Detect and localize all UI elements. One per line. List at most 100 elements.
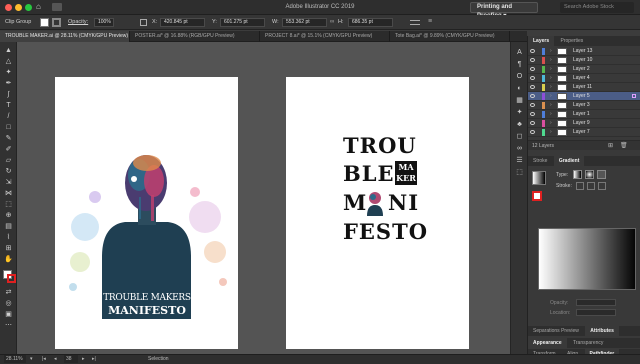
- artboard-left[interactable]: TROUBLE MAKERS MANIFESTO: [55, 77, 238, 349]
- visibility-eye-icon[interactable]: [530, 112, 535, 116]
- visibility-eye-icon[interactable]: [530, 94, 535, 98]
- stock-search-input[interactable]: Search Adobe Stock: [560, 2, 634, 13]
- tab-attributes[interactable]: Attributes: [585, 326, 619, 336]
- swap-colors-icon[interactable]: ⇄: [3, 288, 14, 297]
- last-artboard-icon[interactable]: ▸|: [92, 355, 96, 364]
- expand-chevron-icon[interactable]: ›: [550, 65, 552, 74]
- prev-artboard-icon[interactable]: ◂: [54, 355, 57, 364]
- magic-wand-tool-icon[interactable]: ✦: [3, 68, 14, 77]
- gradient-opacity-field[interactable]: [576, 299, 616, 306]
- layer-row[interactable]: › Layer 3: [528, 101, 640, 110]
- h-field[interactable]: 686.35 pt: [348, 18, 393, 27]
- radial-gradient-button[interactable]: [585, 170, 594, 179]
- w-field[interactable]: 553.362 pt: [282, 18, 327, 27]
- layer-row[interactable]: › Layer 2: [528, 65, 640, 74]
- layer-name[interactable]: Layer 1: [573, 110, 590, 119]
- layer-name[interactable]: Layer 9: [573, 119, 590, 128]
- more-tools-icon[interactable]: ⋯: [3, 321, 14, 330]
- doc-tab-project-8[interactable]: PROJECT 8.ai* @ 15.1% (CMYK/GPU Preview): [260, 31, 390, 42]
- shape-builder-tool-icon[interactable]: ⊕: [3, 211, 14, 220]
- home-icon[interactable]: ⌂: [36, 3, 44, 11]
- visibility-eye-icon[interactable]: [530, 103, 535, 107]
- color-panel-icon[interactable]: ◐: [515, 84, 524, 93]
- visibility-eye-icon[interactable]: [530, 121, 535, 125]
- y-field[interactable]: 601.275 pt: [220, 18, 265, 27]
- gradient-tool-icon[interactable]: ▤: [3, 222, 14, 231]
- menu-icon[interactable]: ≡: [428, 18, 436, 26]
- linear-gradient-button[interactable]: [573, 170, 582, 179]
- layer-name[interactable]: Layer 3: [573, 101, 590, 110]
- opacity-label[interactable]: Opacity:: [68, 19, 88, 25]
- stroke-option-2-icon[interactable]: [587, 182, 595, 190]
- delete-layer-icon[interactable]: 🗑: [620, 142, 628, 149]
- layer-name[interactable]: Layer 13: [573, 47, 592, 56]
- close-window-button[interactable]: [5, 4, 12, 11]
- shaper-tool-icon[interactable]: ✐: [3, 145, 14, 154]
- stroke-swatch[interactable]: [52, 18, 61, 27]
- align-icon[interactable]: [410, 20, 420, 25]
- tab-appearance[interactable]: Appearance: [528, 338, 567, 348]
- layer-row-selected[interactable]: › Layer 5: [528, 92, 640, 101]
- opacity-field[interactable]: 100%: [94, 18, 114, 27]
- expand-chevron-icon[interactable]: ›: [550, 119, 552, 128]
- gradient-preview-swatch[interactable]: [532, 171, 546, 185]
- eyedropper-tool-icon[interactable]: ⌇: [3, 233, 14, 242]
- visibility-eye-icon[interactable]: [530, 58, 535, 62]
- expand-chevron-icon[interactable]: ›: [550, 83, 552, 92]
- direct-selection-tool-icon[interactable]: △: [3, 57, 14, 66]
- curvature-tool-icon[interactable]: ∫: [3, 90, 14, 99]
- x-field[interactable]: 420.845 pt: [160, 18, 205, 27]
- reference-point-icon[interactable]: [140, 19, 147, 26]
- fill-swatch[interactable]: [40, 18, 49, 27]
- rectangle-tool-icon[interactable]: □: [3, 123, 14, 132]
- gradient-location-field[interactable]: [576, 309, 616, 316]
- arrange-documents-icon[interactable]: [52, 3, 62, 11]
- hand-tool-icon[interactable]: ✋: [3, 255, 14, 264]
- new-layer-icon[interactable]: ⊞: [608, 142, 613, 149]
- links-panel-icon[interactable]: ∞: [515, 144, 524, 153]
- maximize-window-button[interactable]: [25, 4, 32, 11]
- zoom-dropdown-icon[interactable]: ▾: [30, 355, 33, 364]
- tab-gradient[interactable]: Gradient: [553, 156, 585, 166]
- artboard-right[interactable]: TROU BLE MA KER M NI FESTO: [286, 77, 469, 349]
- layer-row[interactable]: › Layer 9: [528, 119, 640, 128]
- free-transform-tool-icon[interactable]: ⬚: [3, 200, 14, 209]
- layer-name[interactable]: Layer 2: [573, 65, 590, 74]
- doc-tab-tote-bag[interactable]: Tote Bag.ai* @ 9.89% (CMYK/GPU Preview): [390, 31, 510, 42]
- layer-name[interactable]: Layer 11: [573, 83, 592, 92]
- swatches-panel-icon[interactable]: ▦: [515, 96, 524, 105]
- expand-chevron-icon[interactable]: ›: [550, 56, 552, 65]
- brushes-panel-icon[interactable]: ✦: [515, 108, 524, 117]
- stroke-option-3-icon[interactable]: [598, 182, 606, 190]
- link-icon[interactable]: ∞: [330, 19, 336, 26]
- pen-tool-icon[interactable]: ✒: [3, 79, 14, 88]
- visibility-eye-icon[interactable]: [530, 85, 535, 89]
- first-artboard-icon[interactable]: |◂: [42, 355, 46, 364]
- tab-transparency[interactable]: Transparency: [568, 338, 608, 348]
- artboard-number-field[interactable]: 38: [64, 355, 78, 363]
- graphic-styles-panel-icon[interactable]: ◻: [515, 132, 524, 141]
- selection-tool-icon[interactable]: ▲: [3, 46, 14, 55]
- expand-chevron-icon[interactable]: ›: [550, 74, 552, 83]
- line-tool-icon[interactable]: /: [3, 112, 14, 121]
- tab-properties[interactable]: Properties: [556, 36, 589, 46]
- selection-indicator-icon[interactable]: [632, 94, 636, 98]
- gradient-stroke-swatch[interactable]: [532, 191, 542, 201]
- visibility-eye-icon[interactable]: [530, 49, 535, 53]
- scale-tool-icon[interactable]: ⇲: [3, 178, 14, 187]
- stroke-option-1-icon[interactable]: [576, 182, 584, 190]
- canvas[interactable]: TROUBLE MAKERS MANIFESTO TROU BLE MA KER…: [17, 42, 527, 354]
- paintbrush-tool-icon[interactable]: ✎: [3, 134, 14, 143]
- tab-separations-preview[interactable]: Separations Preview: [528, 326, 584, 336]
- visibility-eye-icon[interactable]: [530, 76, 535, 80]
- workspace-switcher[interactable]: Printing and Proofing ▾: [470, 2, 538, 19]
- artboard-tool-icon[interactable]: ⊞: [3, 244, 14, 253]
- visibility-eye-icon[interactable]: [530, 67, 535, 71]
- expand-chevron-icon[interactable]: ›: [550, 110, 552, 119]
- expand-chevron-icon[interactable]: ›: [550, 128, 552, 137]
- stroke-color-box[interactable]: [7, 274, 16, 283]
- width-tool-icon[interactable]: ⋈: [3, 189, 14, 198]
- eraser-tool-icon[interactable]: ▱: [3, 156, 14, 165]
- layer-row[interactable]: › Layer 13: [528, 47, 640, 56]
- layer-row[interactable]: › Layer 7: [528, 128, 640, 137]
